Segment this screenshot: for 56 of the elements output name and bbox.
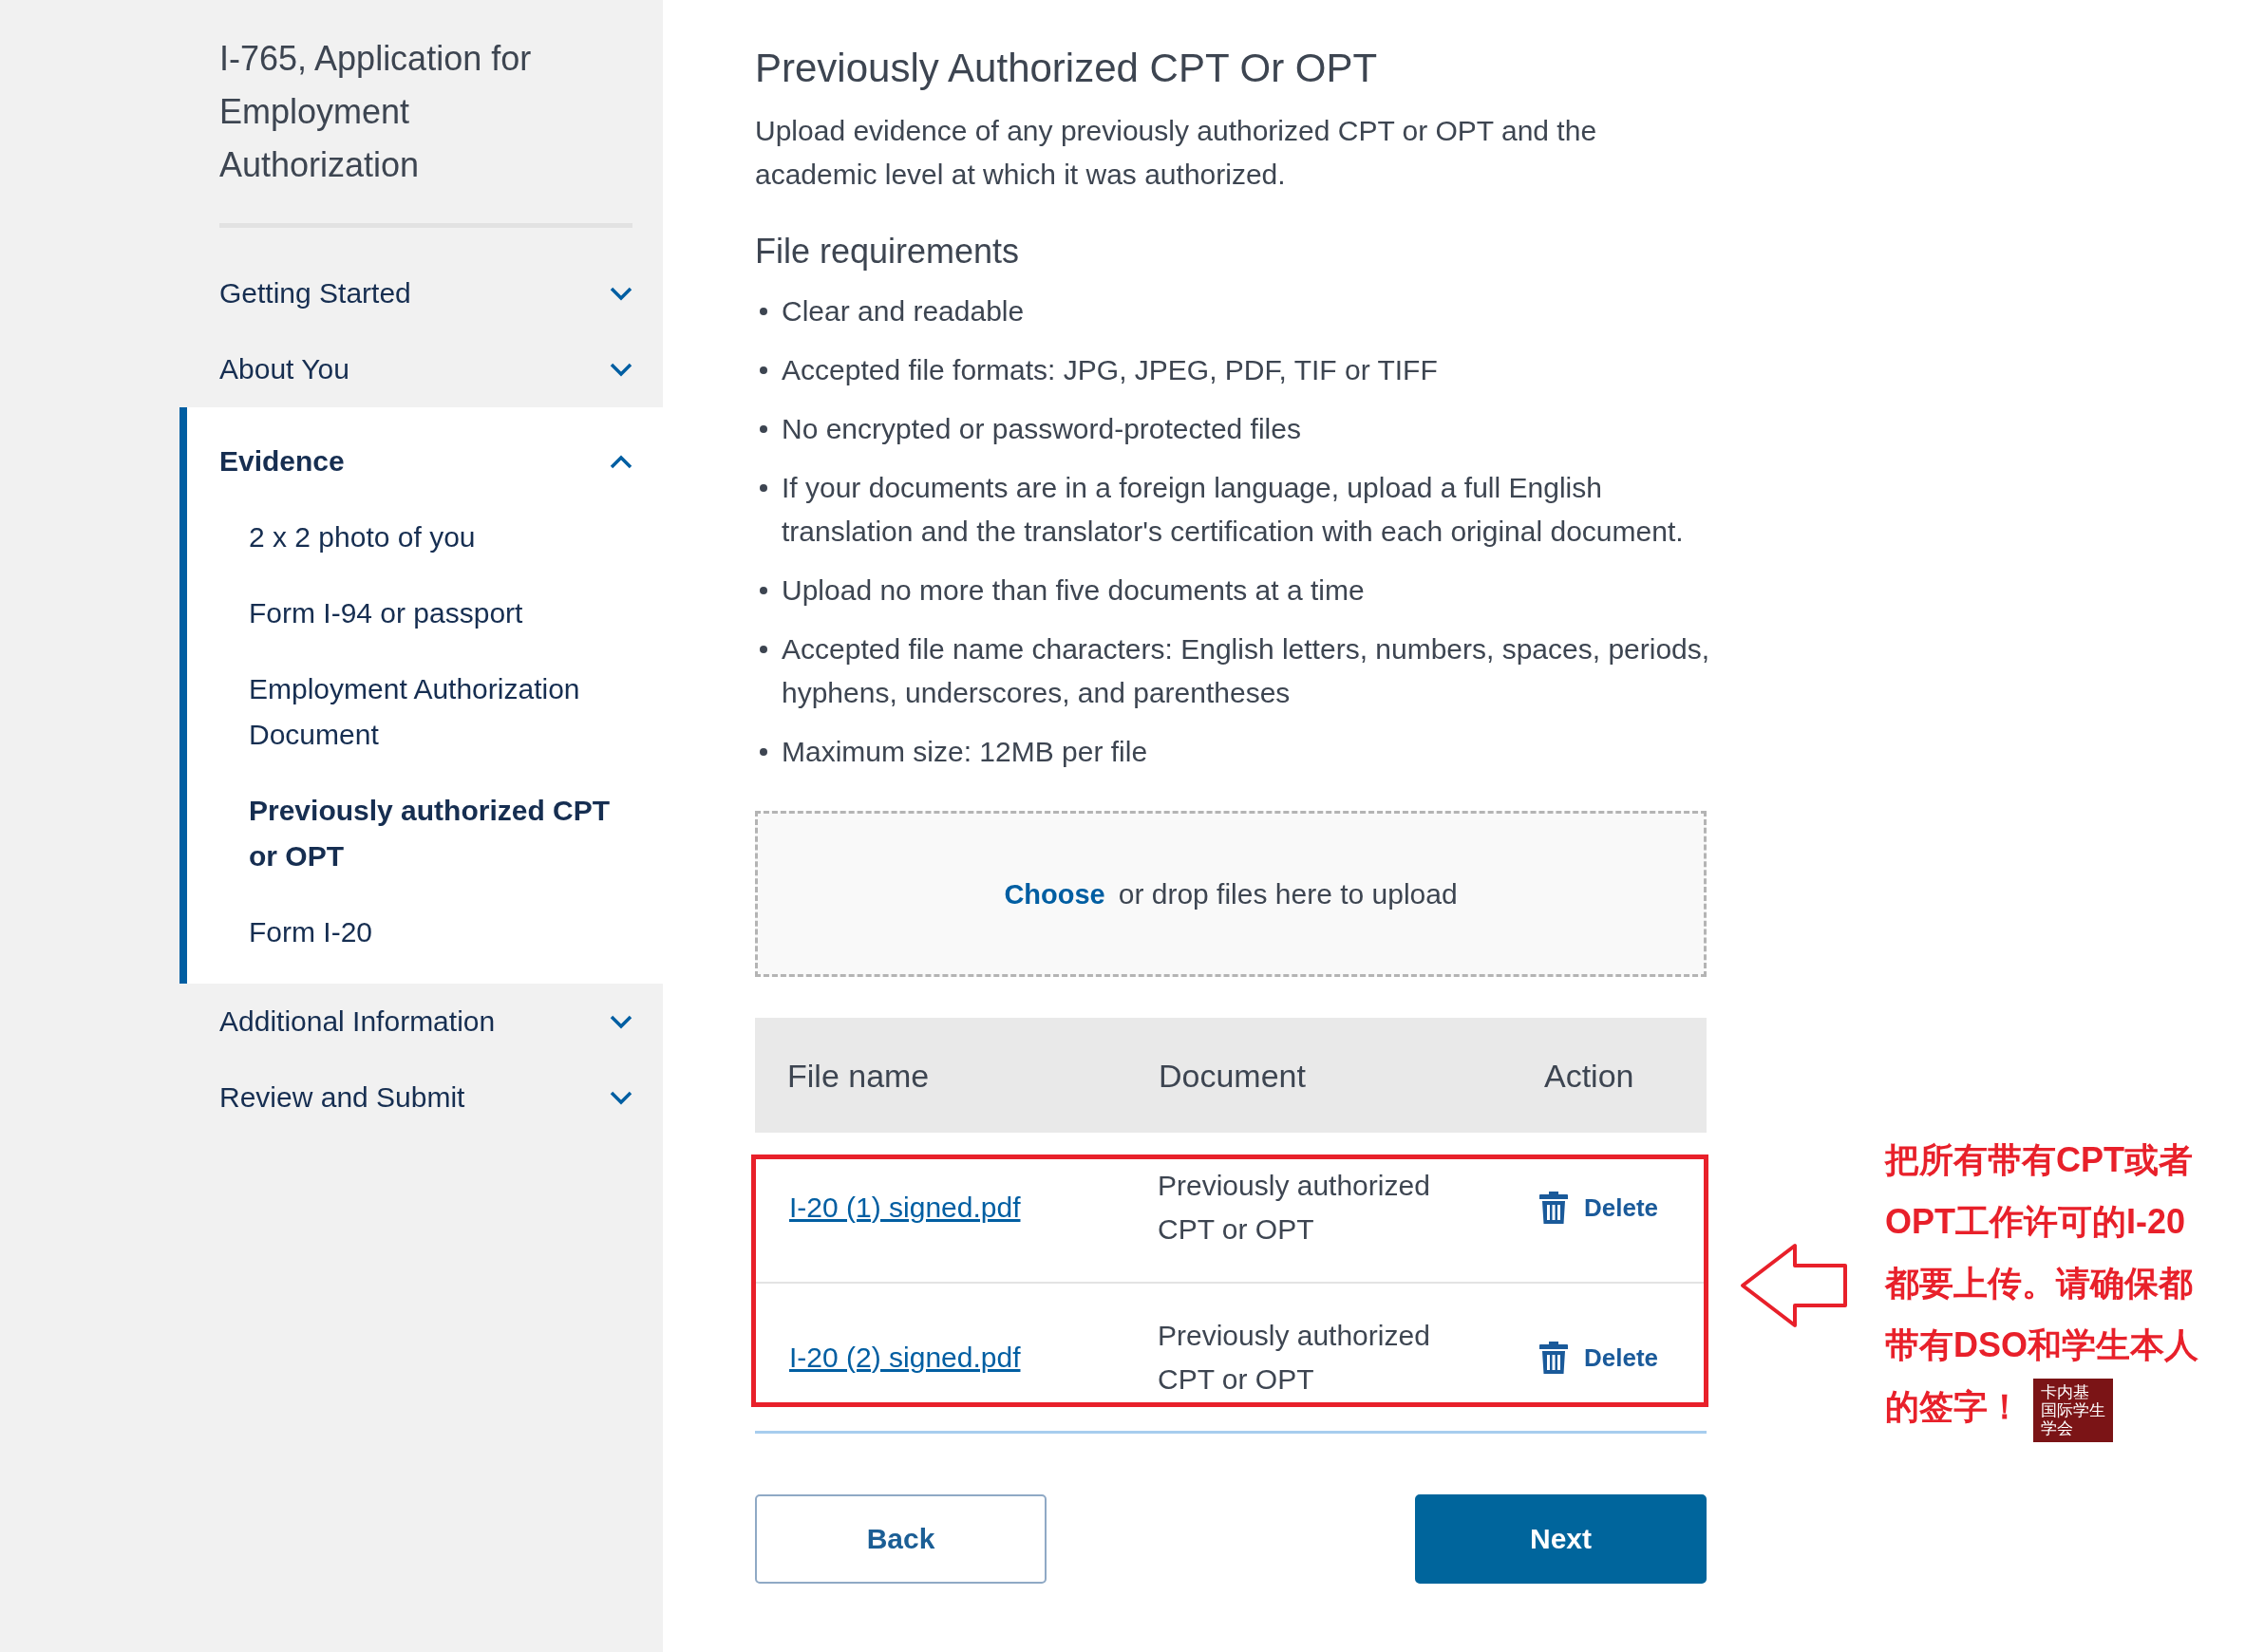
requirement-text: Accepted file name characters: English letters, numbers, spaces, periods, hyphens, underscores, and parentheses bbox=[782, 632, 1711, 710]
table-cell-text: Previously authorized CPT or OPT bbox=[1158, 1168, 1431, 1247]
bullet-icon bbox=[760, 366, 767, 374]
nav-link[interactable]: Previously authorized CPT or OPT bbox=[187, 773, 663, 894]
requirement-text: Upload no more than five documents at a time bbox=[782, 573, 1366, 608]
chevron-down-icon bbox=[610, 362, 632, 377]
secondary-button[interactable]: Back bbox=[755, 1494, 1047, 1584]
file-link[interactable]: I-20 (1) signed.pdf bbox=[789, 1188, 1021, 1227]
requirement-text: Clear and readable bbox=[782, 294, 1026, 329]
page-heading: Previously Authorized CPT Or OPT bbox=[755, 45, 1378, 92]
column-header: Document bbox=[1159, 1056, 1306, 1096]
requirement-text: Accepted file formats: JPG, JPEG, PDF, TIF or TIFF bbox=[782, 353, 1439, 387]
nav-section[interactable]: Evidence bbox=[187, 423, 663, 499]
requirement-text: If your documents are in a foreign language, upload a full English translation and the translator's certification with each original document. bbox=[782, 471, 1685, 549]
nav-section[interactable]: Getting Started bbox=[179, 255, 663, 331]
nav-link[interactable]: 2 x 2 photo of you bbox=[187, 499, 663, 575]
bullet-icon bbox=[760, 425, 767, 433]
file-drop-zone[interactable]: Choose or drop files here to upload bbox=[755, 811, 1707, 977]
annotation-text: OPT工作许可的I-20 bbox=[1885, 1201, 2186, 1243]
annotation-text: 把所有带有CPT或者 bbox=[1885, 1139, 2193, 1181]
chevron-down-icon bbox=[610, 1090, 632, 1105]
nav-link[interactable]: Employment Authorization Document bbox=[187, 651, 663, 773]
bullet-icon bbox=[760, 308, 767, 315]
nav-link[interactable]: Form I-94 or passport bbox=[187, 575, 663, 651]
nav-link[interactable]: Form I-20 bbox=[187, 894, 663, 970]
primary-button[interactable]: Next bbox=[1415, 1494, 1707, 1584]
bullet-icon bbox=[760, 587, 767, 594]
drop-hint: or drop files here to upload bbox=[1118, 876, 1458, 911]
bullet-icon bbox=[760, 646, 767, 653]
requirement-text: No encrypted or password-protected files bbox=[782, 412, 1302, 446]
annotation-text: 带有DSO和学生本人 bbox=[1885, 1324, 2198, 1366]
delete-button[interactable]: Delete bbox=[1539, 1191, 1659, 1224]
left-arrow-icon bbox=[1740, 1243, 1848, 1328]
bullet-icon bbox=[760, 484, 767, 492]
trash-icon bbox=[1539, 1191, 1568, 1224]
column-header: File name bbox=[787, 1056, 930, 1096]
delete-button[interactable]: Delete bbox=[1539, 1341, 1659, 1374]
column-header: Action bbox=[1544, 1056, 1634, 1096]
table-cell-text: Previously authorized CPT or OPT bbox=[1158, 1318, 1431, 1397]
annotation-text: 的签字！ bbox=[1885, 1386, 2022, 1428]
section-heading: File requirements bbox=[755, 231, 1020, 272]
choose-link[interactable]: Choose bbox=[1004, 874, 1105, 913]
chevron-up-icon bbox=[610, 454, 632, 469]
nav-section[interactable]: About You bbox=[179, 331, 663, 407]
chevron-down-icon bbox=[610, 1014, 632, 1029]
nav-section[interactable]: Review and Submit bbox=[179, 1060, 663, 1136]
chevron-down-icon bbox=[610, 286, 632, 301]
trash-icon bbox=[1539, 1341, 1568, 1374]
requirement-text: Maximum size: 12MB per file bbox=[782, 735, 1149, 769]
nav-section[interactable]: Additional Information bbox=[179, 984, 663, 1060]
bullet-icon bbox=[760, 748, 767, 756]
file-link[interactable]: I-20 (2) signed.pdf bbox=[789, 1338, 1021, 1377]
form-title: I-765, Application for Employment Authorization bbox=[219, 38, 533, 186]
intro-text: Upload evidence of any previously authorized CPT or OPT and the academic level at which it was authorized. bbox=[755, 114, 1598, 192]
annotation-text: 都要上传。请确保都 bbox=[1885, 1263, 2193, 1305]
logo: 卡内基 国际学生 学会 bbox=[2033, 1379, 2113, 1442]
